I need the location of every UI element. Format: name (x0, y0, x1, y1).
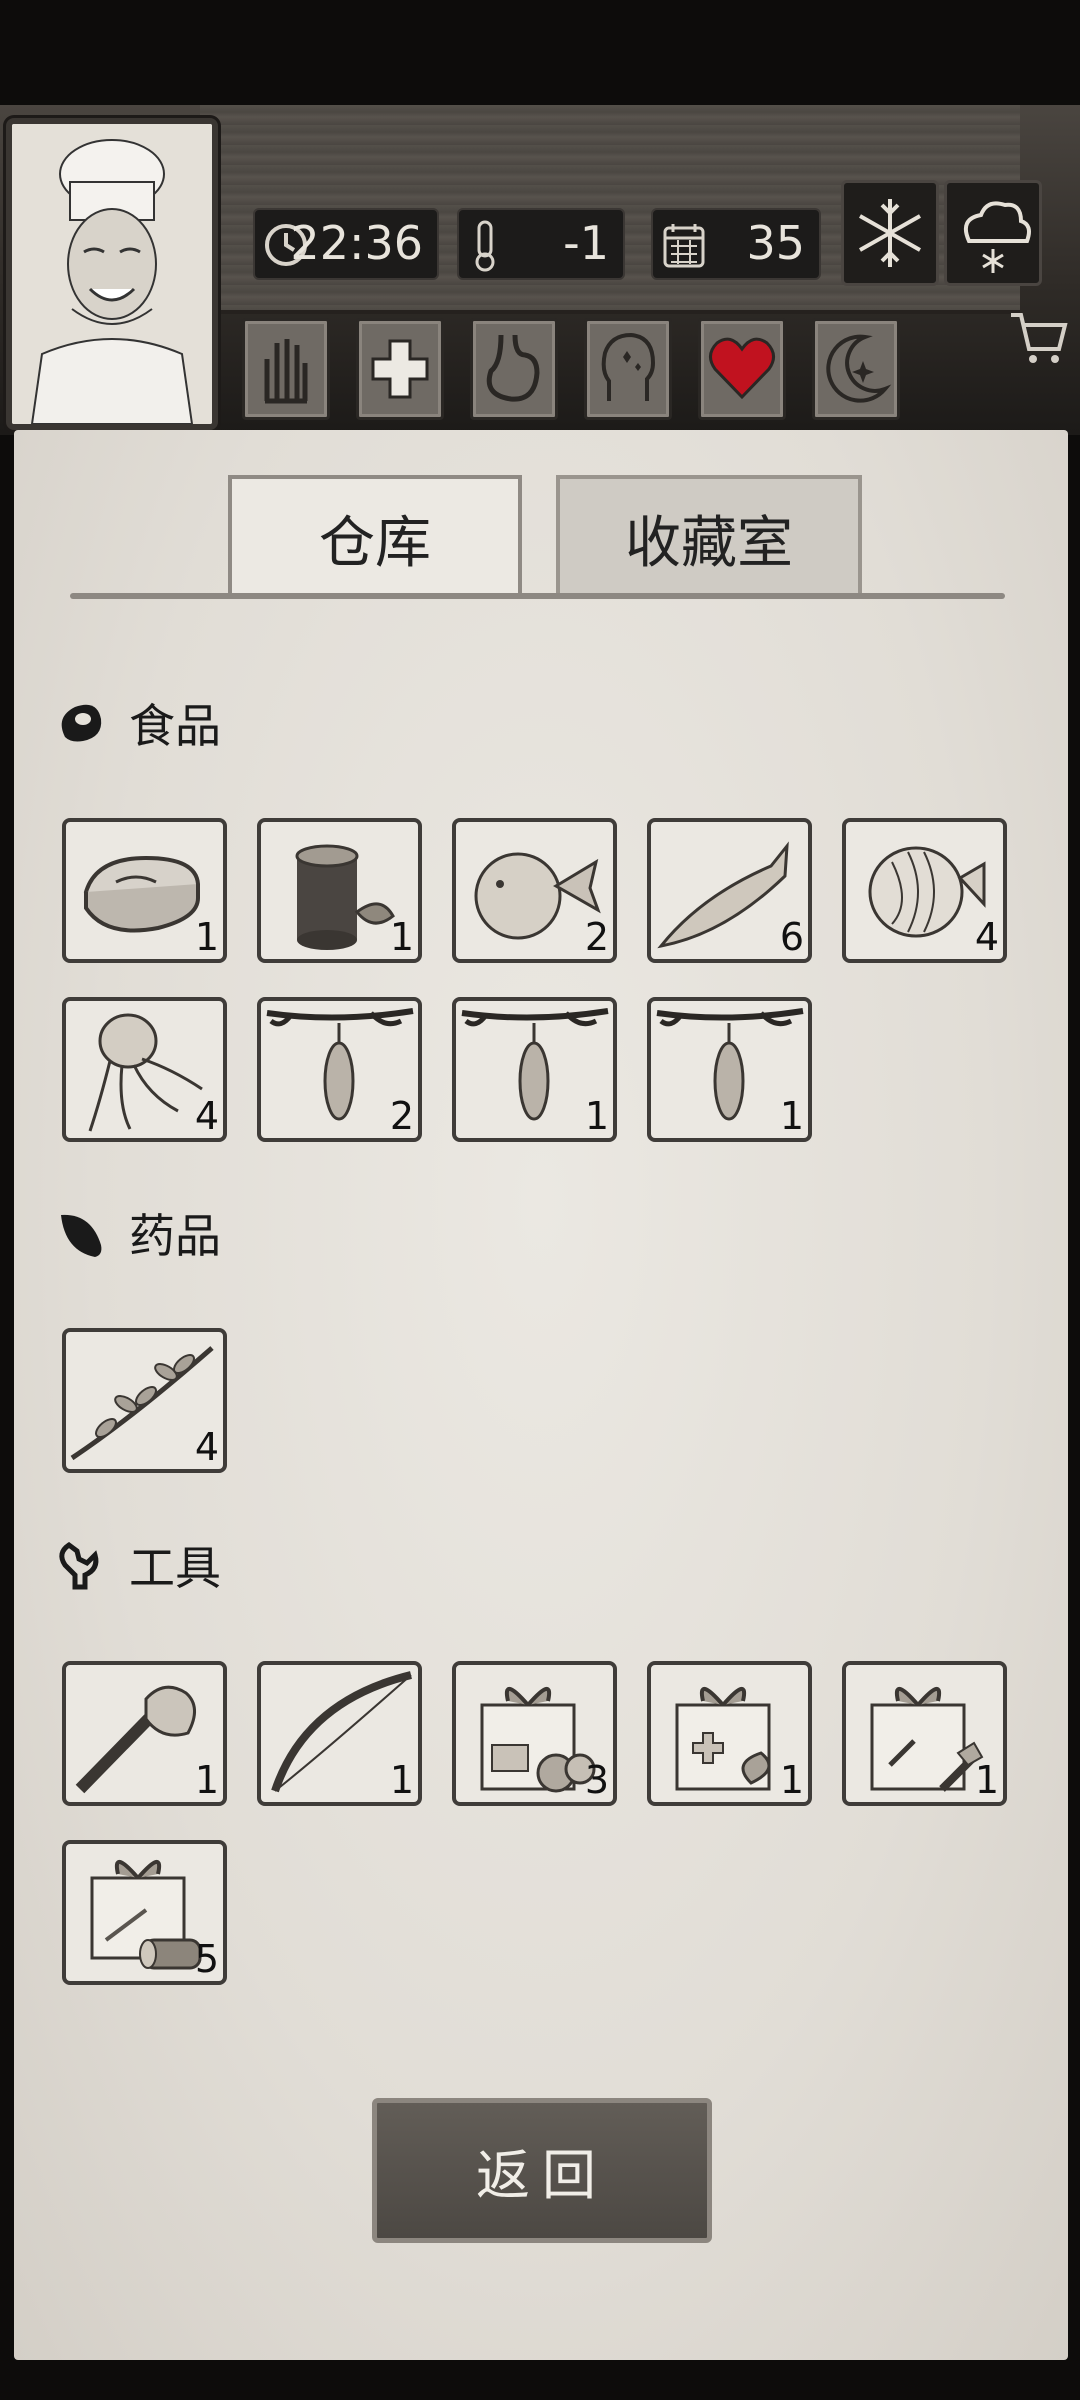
stat-mind-button[interactable] (584, 318, 672, 420)
time-value: 22:36 (290, 216, 423, 270)
stat-sleep-button[interactable] (812, 318, 900, 420)
item-count: 1 (974, 1758, 999, 1802)
temperature-value: -1 (563, 216, 609, 270)
section-tools-header: 工具 (55, 1535, 221, 1595)
food-item-6[interactable]: 4 (62, 997, 227, 1142)
food-item-1[interactable]: 1 (62, 818, 227, 963)
medical-cross-icon (371, 339, 429, 399)
tool-item-1[interactable]: 1 (62, 1661, 227, 1806)
food-item-4[interactable]: 6 (647, 818, 812, 963)
tab-divider (70, 593, 1005, 599)
section-medicine-header: 药品 (55, 1203, 221, 1263)
day-display: 35 (651, 208, 821, 280)
item-count: 1 (389, 1758, 414, 1802)
tool-item-6[interactable]: 5 (62, 1840, 227, 1985)
tool-item-5[interactable]: 1 (842, 1661, 1007, 1806)
stat-heart-button[interactable] (698, 318, 786, 420)
tool-item-3[interactable]: 3 (452, 1661, 617, 1806)
item-count: 6 (779, 915, 804, 959)
medicine-item-1[interactable]: 4 (62, 1328, 227, 1473)
tool-item-2[interactable]: 1 (257, 1661, 422, 1806)
stat-hunger-button[interactable] (470, 318, 558, 420)
section-food-header: 食品 (55, 693, 221, 753)
time-display: 22:36 (253, 208, 439, 280)
hand-icon (264, 339, 308, 404)
moon-icon (826, 334, 892, 403)
meat-icon (61, 704, 102, 742)
weather-snow-button[interactable] (841, 180, 939, 286)
weather-forecast-button[interactable] (944, 180, 1042, 286)
item-count: 1 (389, 915, 414, 959)
item-count: 3 (584, 1758, 609, 1802)
item-count: 1 (194, 1758, 219, 1802)
item-count: 1 (194, 915, 219, 959)
head-icon (601, 332, 656, 401)
tab-warehouse-label: 仓库 (319, 510, 431, 576)
snowflake-icon (859, 199, 921, 267)
tab-collection[interactable]: 收藏室 (556, 475, 862, 597)
item-count: 4 (194, 1425, 219, 1469)
stomach-icon (486, 334, 540, 402)
day-value: 35 (746, 216, 805, 270)
food-item-7[interactable]: 2 (257, 997, 422, 1142)
food-item-2[interactable]: 1 (257, 818, 422, 963)
section-food-title: 食品 (129, 699, 221, 753)
stat-health-button[interactable] (356, 318, 444, 420)
chef-avatar-icon (12, 124, 212, 424)
item-count: 1 (779, 1758, 804, 1802)
tab-warehouse[interactable]: 仓库 (228, 475, 522, 597)
item-count: 4 (974, 915, 999, 959)
food-item-9[interactable]: 1 (647, 997, 812, 1142)
thermometer-icon (475, 220, 495, 272)
back-button[interactable]: 返回 (372, 2098, 712, 2243)
heart-icon (709, 337, 775, 400)
snow-cloud-icon (964, 201, 1031, 273)
tab-collection-label: 收藏室 (625, 510, 793, 576)
item-count: 1 (584, 1094, 609, 1138)
item-count: 4 (194, 1094, 219, 1138)
calendar-icon (663, 224, 705, 268)
wrench-icon (59, 1541, 99, 1590)
food-item-8[interactable]: 1 (452, 997, 617, 1142)
stat-hand-button[interactable] (242, 318, 330, 420)
food-item-5[interactable]: 4 (842, 818, 1007, 963)
shop-cart-icon[interactable] (1005, 305, 1071, 371)
item-count: 2 (584, 915, 609, 959)
temperature-display: -1 (457, 208, 625, 280)
food-item-3[interactable]: 2 (452, 818, 617, 963)
section-medicine-title: 药品 (129, 1209, 221, 1263)
leaf-icon (61, 1214, 102, 1257)
item-count: 5 (194, 1937, 219, 1981)
character-portrait[interactable] (6, 118, 218, 430)
section-tools-title: 工具 (129, 1541, 221, 1595)
item-count: 1 (779, 1094, 804, 1138)
back-button-label: 返回 (476, 2144, 608, 2207)
tool-item-4[interactable]: 1 (647, 1661, 812, 1806)
item-count: 2 (389, 1094, 414, 1138)
